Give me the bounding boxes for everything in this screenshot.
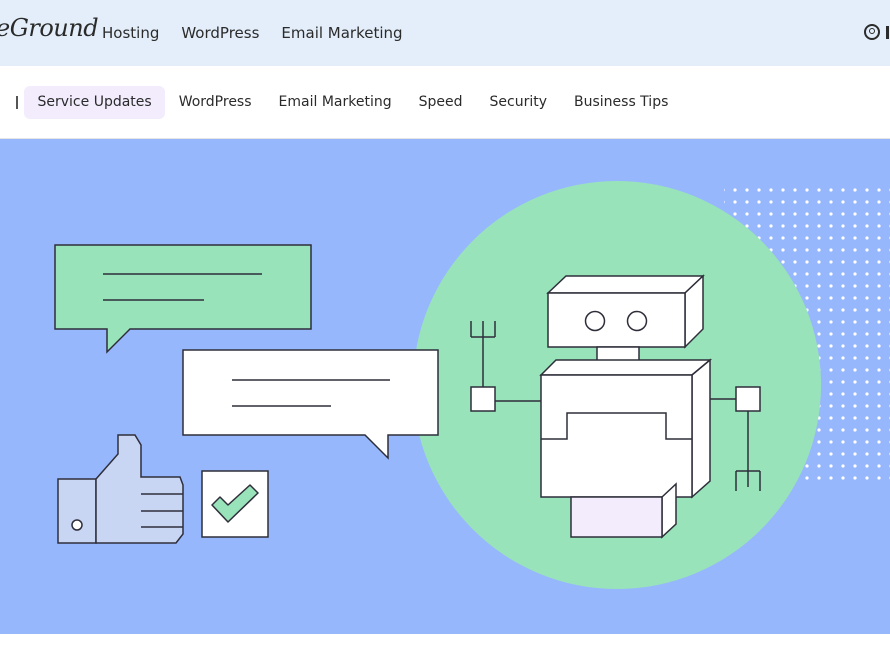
hero-artwork — [54, 181, 890, 589]
category-email-marketing[interactable]: Email Marketing — [265, 86, 405, 119]
user-account-icon — [864, 24, 880, 40]
nav-hosting[interactable]: Hosting — [102, 24, 159, 42]
category-service-updates[interactable]: Service Updates — [24, 86, 166, 119]
category-security[interactable]: Security — [476, 86, 561, 119]
category-wordpress[interactable]: WordPress — [165, 86, 265, 119]
thumbs-up-icon — [57, 434, 184, 544]
top-header: eGround Hosting WordPress Email Marketin… — [0, 0, 890, 66]
account-label-fragment — [886, 25, 889, 39]
checkmark-icon — [201, 470, 269, 538]
speech-bubble-reply-icon — [182, 349, 439, 460]
content-spacer — [0, 634, 890, 664]
account-button[interactable] — [864, 24, 889, 40]
nav-email-marketing[interactable]: Email Marketing — [281, 24, 402, 42]
category-nav: Service Updates WordPress Email Marketin… — [0, 66, 890, 139]
category-speed[interactable]: Speed — [405, 86, 476, 119]
divider — [16, 96, 18, 109]
hero-illustration — [0, 139, 890, 634]
speech-bubble-icon — [54, 244, 312, 354]
main-nav: Hosting WordPress Email Marketing — [102, 24, 403, 42]
brand-logo[interactable]: eGround — [0, 14, 99, 42]
category-list: Service Updates WordPress Email Marketin… — [24, 86, 682, 119]
category-business-tips[interactable]: Business Tips — [561, 86, 682, 119]
nav-wordpress[interactable]: WordPress — [181, 24, 259, 42]
